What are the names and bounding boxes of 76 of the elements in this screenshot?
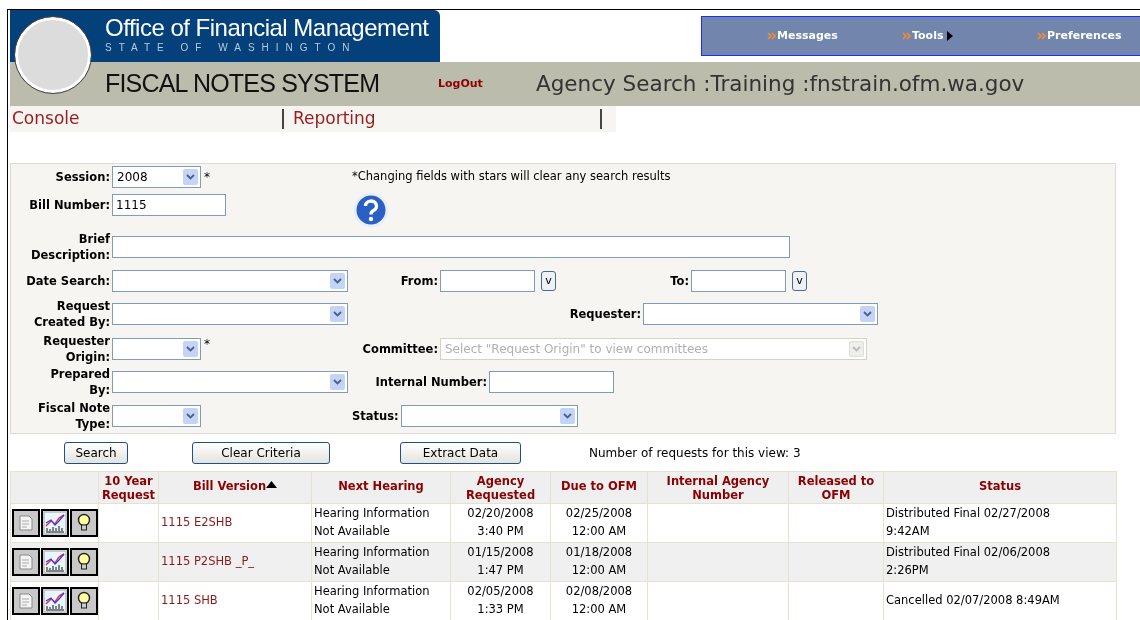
requester-select[interactable] [643, 303, 878, 326]
request-created-by-select[interactable] [112, 303, 348, 326]
table-cell: Hearing Information Not Available [314, 506, 430, 538]
table-cell: 01/18/2008 12:00 AM [565, 545, 633, 577]
document-icon[interactable] [12, 547, 40, 576]
session-select[interactable]: 2008 [112, 165, 201, 188]
top-menu-link[interactable]: Tools [902, 27, 954, 45]
field-label: To: [669, 272, 690, 289]
top-menu-link[interactable]: Preferences [1037, 27, 1122, 45]
lightbulb-icon[interactable] [70, 508, 98, 537]
date-picker-button[interactable]: v [541, 270, 556, 291]
nav-tab[interactable]: Console [12, 106, 80, 132]
line-chart-icon[interactable] [41, 586, 69, 615]
double-chevron-icon [902, 32, 911, 40]
field-label: Status: [352, 408, 400, 423]
required-mark-label: * [204, 168, 210, 186]
top-menu-link[interactable]: Messages [767, 27, 838, 45]
document-icon[interactable] [12, 508, 40, 537]
fiscal-note-type-select[interactable] [112, 404, 201, 427]
system-title: FISCAL NOTES SYSTEM [105, 68, 381, 100]
table-cell: Hearing Information Not Available [314, 584, 430, 616]
line-chart-icon[interactable] [41, 547, 69, 576]
to-date-input[interactable] [691, 269, 786, 292]
page-title: Agency Search :Training :fnstrain.ofm.wa.gov [536, 69, 1025, 98]
field-label: Requester: [568, 306, 642, 323]
bill-version-link[interactable]: 1115 E2SHB [161, 514, 233, 529]
form-button[interactable]: Clear Criteria [192, 441, 330, 464]
field-label: Bill Number: [28, 197, 111, 214]
help-icon[interactable] [352, 192, 390, 229]
org-title: Office of Financial Management [105, 14, 430, 42]
bill-version-link[interactable]: 1115 SHB [161, 592, 218, 607]
document-icon[interactable] [12, 586, 40, 615]
form-button[interactable]: Search [64, 441, 128, 464]
field-label: Request Created By: [32, 298, 111, 331]
field-label: Requester Origin: [42, 333, 111, 366]
sort-arrow-icon [266, 481, 278, 489]
form-button[interactable]: Extract Data [400, 441, 521, 464]
logout-link[interactable]: LogOut [438, 75, 536, 93]
requester-origin-select[interactable] [112, 338, 201, 361]
org-subtitle: STATE OF WASHINGTON [105, 42, 358, 54]
lightbulb-icon[interactable] [70, 586, 98, 615]
field-label: Brief Description: [30, 231, 111, 264]
field-label: From: [399, 272, 439, 289]
field-label: Date Search: [25, 272, 111, 289]
form-note: *Changing fields with stars will clear any search results [352, 168, 671, 186]
table-cell: Distributed Final 02/06/2008 2:26PM [886, 545, 1051, 577]
table-cell: Distributed Final 02/27/2008 9:42AM [886, 506, 1051, 538]
status-select[interactable] [400, 404, 578, 427]
double-chevron-icon [1037, 32, 1046, 40]
prepared-by-select[interactable] [112, 371, 348, 394]
table-cell: 02/25/2008 12:00 AM [565, 506, 633, 538]
bill-number-input[interactable]: 1115 [112, 194, 226, 217]
internal-number-input[interactable] [489, 371, 614, 394]
table-cell: 01/15/2008 1:47 PM [467, 545, 534, 577]
field-label: Internal Number: [374, 374, 488, 391]
field-label: Prepared By: [49, 366, 111, 399]
field-label: Fiscal Note Type: [37, 399, 111, 432]
table-cell: 02/08/2008 12:00 AM [565, 584, 633, 616]
field-label: Session: [54, 168, 111, 185]
double-chevron-icon [767, 32, 776, 40]
table-cell: Hearing Information Not Available [314, 545, 430, 577]
date-picker-button[interactable]: v [792, 270, 807, 291]
column-header[interactable]: Status [978, 479, 1022, 494]
required-mark-label: * [204, 336, 210, 354]
submenu-arrow-icon [947, 31, 954, 41]
nav-tab[interactable]: Reporting [293, 106, 376, 132]
table-cell: 02/05/2008 1:33 PM [467, 584, 534, 616]
line-chart-icon[interactable] [41, 508, 69, 537]
date-search-select[interactable] [112, 269, 348, 292]
result-count: Number of requests for this view: 3 [589, 444, 801, 462]
table-cell: 02/20/2008 3:40 PM [467, 506, 534, 538]
lightbulb-icon[interactable] [70, 547, 98, 576]
table-cell: Cancelled 02/07/2008 8:49AM [886, 592, 1060, 607]
brief-description-input[interactable] [112, 236, 790, 259]
from-date-input[interactable] [440, 269, 535, 292]
field-label: Committee: [361, 341, 439, 358]
